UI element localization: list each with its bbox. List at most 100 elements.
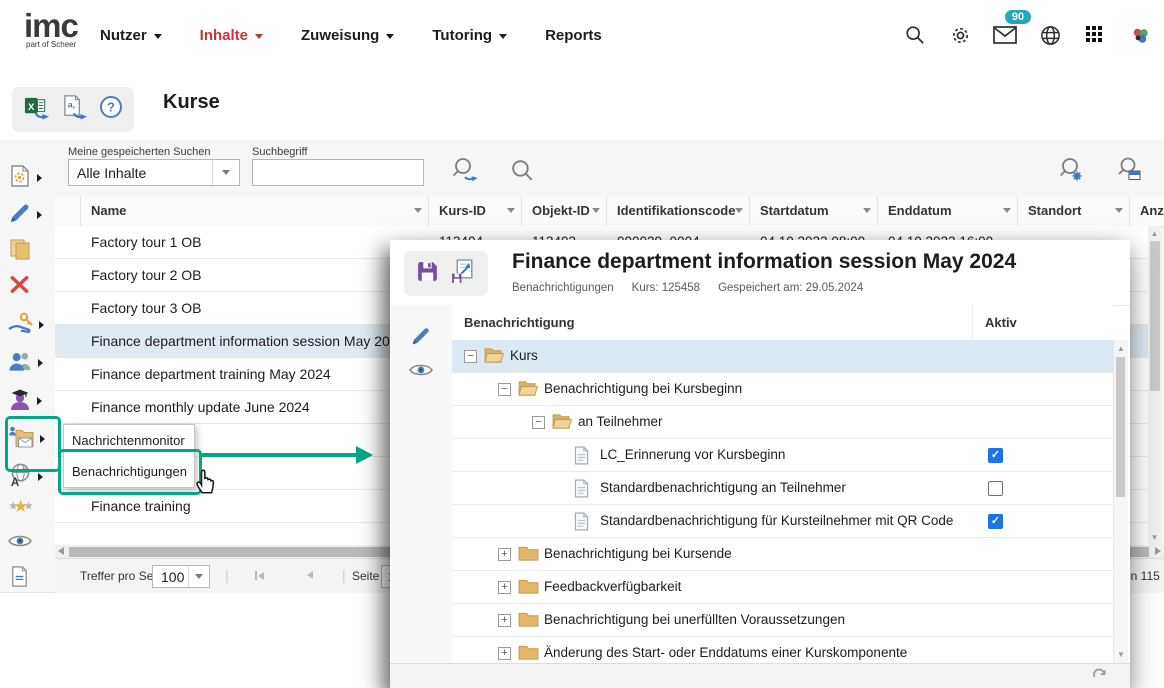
- menu-item-zuweisung[interactable]: Zuweisung: [301, 27, 394, 44]
- active-checkbox[interactable]: ✓: [988, 448, 1003, 463]
- column-header-standort[interactable]: Standort: [1018, 196, 1130, 226]
- sidebar-item-edit[interactable]: [8, 200, 48, 230]
- course-table-header: NameKurs-IDObjekt-IDIdentifikationscodeS…: [55, 196, 1164, 227]
- previous-page-button[interactable]: [307, 571, 313, 579]
- collapse-icon[interactable]: −: [532, 416, 545, 429]
- tree-row[interactable]: +Feedbackverfügbarkeit: [452, 571, 1113, 604]
- course-name: Finance training: [81, 490, 429, 522]
- scroll-left-icon[interactable]: [58, 547, 64, 555]
- filter-caret-icon[interactable]: [1003, 208, 1011, 213]
- search-panel-icon[interactable]: [1116, 156, 1144, 184]
- tree-row[interactable]: −Kurs: [452, 340, 1113, 373]
- scroll-up-icon[interactable]: ▲: [1114, 342, 1128, 355]
- save-icon[interactable]: [415, 259, 440, 289]
- sidebar-item-document[interactable]: [8, 564, 48, 594]
- flyout-arrow-icon: [37, 174, 42, 182]
- settings-icon[interactable]: [948, 23, 972, 47]
- tree-row[interactable]: LC_Erinnerung vor Kursbeginn✓: [452, 439, 1113, 472]
- column-header-kurs-id[interactable]: Kurs-ID: [429, 196, 522, 226]
- collapse-icon[interactable]: −: [498, 383, 511, 396]
- filter-caret-icon[interactable]: [1115, 208, 1123, 213]
- context-menu-item-benachrichtigungen[interactable]: Benachrichtigungen: [64, 456, 194, 487]
- imc-logo[interactable]: imc part of Scheer: [24, 10, 78, 49]
- vertical-scrollbar[interactable]: ▲ ▼: [1148, 226, 1161, 545]
- mail-icon[interactable]: 90: [993, 23, 1017, 47]
- column-header-anzahl[interactable]: Anzahl: [1130, 196, 1164, 226]
- column-header-name[interactable]: Name: [81, 196, 429, 226]
- excel-export-icon[interactable]: X: [23, 94, 50, 126]
- sidebar-item-copy[interactable]: [8, 236, 48, 266]
- expand-icon[interactable]: +: [498, 614, 511, 627]
- sidebar-item-new-object[interactable]: [8, 163, 48, 193]
- search-term-input[interactable]: [252, 159, 424, 186]
- text-export-icon[interactable]: a,: [61, 94, 88, 126]
- drag-handle-icon[interactable]: [55, 196, 81, 226]
- refresh-icon[interactable]: [1091, 668, 1108, 688]
- sidebar-item-users[interactable]: [8, 348, 48, 378]
- sidebar-item-rating[interactable]: ★★★: [8, 492, 48, 522]
- per-page-select[interactable]: 100: [152, 565, 210, 588]
- tree-row[interactable]: +Benachrichtigung bei unerfüllten Voraus…: [452, 604, 1113, 637]
- context-menu-item-nachrichtenmonitor[interactable]: Nachrichtenmonitor: [64, 425, 194, 456]
- tree-row[interactable]: −an Teilnehmer: [452, 406, 1113, 439]
- tree-row[interactable]: +Benachrichtigung bei Kursende: [452, 538, 1113, 571]
- apps-grid-icon[interactable]: [1083, 23, 1107, 47]
- column-header-startdatum[interactable]: Startdatum: [750, 196, 878, 226]
- tree-row[interactable]: Standardbenachrichtigung für Kursteilneh…: [452, 505, 1113, 538]
- active-checkbox[interactable]: [988, 481, 1003, 496]
- sidebar-item-view[interactable]: [8, 528, 48, 558]
- sidebar-item-delete[interactable]: [8, 272, 48, 302]
- sidebar-item-assign[interactable]: [8, 310, 48, 340]
- search-reset-icon[interactable]: [452, 156, 480, 184]
- edit-icon[interactable]: [410, 325, 432, 352]
- search-settings-icon[interactable]: [1058, 156, 1086, 184]
- filter-caret-icon[interactable]: [863, 208, 871, 213]
- search-icon[interactable]: [903, 23, 927, 47]
- tree-row[interactable]: −Benachrichtigung bei Kursbeginn: [452, 373, 1113, 406]
- expand-icon[interactable]: +: [498, 548, 511, 561]
- sidebar-item-notifications[interactable]: [8, 424, 48, 454]
- column-header-enddatum[interactable]: Enddatum: [878, 196, 1018, 226]
- scroll-down-icon[interactable]: ▼: [1148, 531, 1161, 544]
- flyout-arrow-icon: [37, 211, 42, 219]
- filter-caret-icon[interactable]: [735, 208, 743, 213]
- menu-item-nutzer[interactable]: Nutzer: [100, 27, 162, 44]
- expand-icon[interactable]: +: [498, 647, 511, 660]
- menu-item-reports[interactable]: Reports: [545, 27, 602, 44]
- tree-row[interactable]: +Änderung des Start- oder Enddatums eine…: [452, 637, 1113, 663]
- chevron-down-icon: [499, 34, 507, 39]
- first-page-button[interactable]: [255, 571, 264, 580]
- column-header-objekt-id[interactable]: Objekt-ID: [522, 196, 607, 226]
- scroll-down-icon[interactable]: ▼: [1114, 648, 1128, 661]
- search-run-icon[interactable]: [510, 158, 538, 186]
- filter-caret-icon[interactable]: [592, 208, 600, 213]
- dialog-scroll-thumb[interactable]: [1116, 357, 1125, 497]
- menu-item-tutoring[interactable]: Tutoring: [432, 27, 507, 44]
- save-and-close-icon[interactable]: [450, 258, 477, 290]
- scroll-up-icon[interactable]: ▲: [1148, 227, 1161, 240]
- imc-app-icon[interactable]: [1128, 23, 1152, 47]
- menu-item-inhalte[interactable]: Inhalte: [200, 27, 263, 44]
- flyout-arrow-icon: [37, 397, 42, 405]
- expand-icon[interactable]: +: [498, 581, 511, 594]
- chevron-down-icon[interactable]: [212, 160, 239, 185]
- vertical-scroll-thumb[interactable]: [1150, 241, 1160, 391]
- notifications-icon: [8, 425, 35, 454]
- sidebar-item-translation[interactable]: Aa: [8, 462, 48, 492]
- column-header-identifikationscode[interactable]: Identifikationscode: [607, 196, 750, 226]
- filter-caret-icon[interactable]: [414, 208, 422, 213]
- active-checkbox[interactable]: ✓: [988, 514, 1003, 529]
- scroll-right-icon[interactable]: [1155, 547, 1161, 555]
- collapse-icon[interactable]: −: [464, 350, 477, 363]
- sidebar-item-tutor[interactable]: [8, 386, 48, 416]
- preview-eye-icon[interactable]: [409, 362, 433, 383]
- saved-searches-select[interactable]: Alle Inhalte: [68, 159, 240, 186]
- chevron-down-icon[interactable]: [188, 566, 209, 587]
- dialog-scrollbar[interactable]: ▲ ▼: [1113, 340, 1128, 663]
- document-icon: [574, 512, 589, 536]
- mail-badge: 90: [1005, 10, 1031, 24]
- filter-caret-icon[interactable]: [507, 208, 515, 213]
- help-icon[interactable]: ?: [99, 95, 123, 124]
- globe-icon[interactable]: [1038, 23, 1062, 47]
- tree-row[interactable]: Standardbenachrichtigung an Teilnehmer: [452, 472, 1113, 505]
